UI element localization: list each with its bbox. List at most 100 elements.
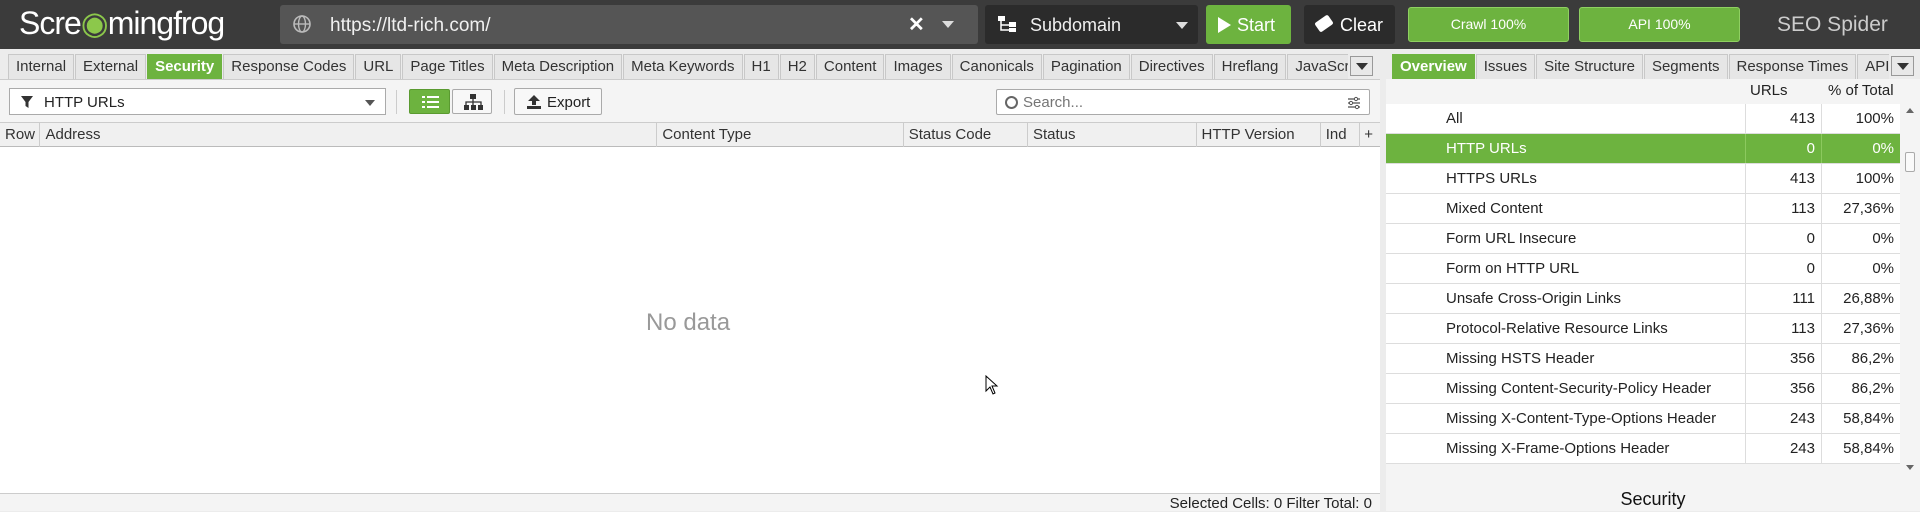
- section-title: Security: [1620, 489, 1686, 509]
- tab-images[interactable]: Images: [885, 54, 951, 79]
- overview-row-urls: 413: [1746, 164, 1822, 193]
- logo-text-1: Scre: [19, 5, 82, 41]
- scroll-thumb[interactable]: [1905, 152, 1915, 172]
- crawl-mode-select[interactable]: Subdomain: [985, 5, 1198, 44]
- overview-row[interactable]: All 413 100%: [1386, 104, 1900, 134]
- column-header-row[interactable]: Row: [0, 123, 41, 147]
- overview-row[interactable]: Mixed Content 113 27,36%: [1386, 194, 1900, 224]
- overview-row[interactable]: Unsafe Cross-Origin Links 111 26,88%: [1386, 284, 1900, 314]
- filter-icon: [21, 96, 33, 108]
- overview-row[interactable]: HTTP URLs 0 0%: [1386, 134, 1900, 164]
- tab-h2[interactable]: H2: [779, 54, 815, 79]
- column-header-address[interactable]: Address: [40, 123, 658, 147]
- product-name: SEO Spider: [1777, 13, 1888, 36]
- right-tab-site-structure[interactable]: Site Structure: [1536, 54, 1643, 79]
- urls-column-header[interactable]: URLs: [1746, 79, 1822, 104]
- tab-security[interactable]: Security: [147, 54, 223, 79]
- right-tab-issues[interactable]: Issues: [1475, 54, 1536, 79]
- tab-directives[interactable]: Directives: [1130, 54, 1213, 79]
- tab-page-titles[interactable]: Page Titles: [402, 54, 493, 79]
- export-label: Export: [547, 94, 591, 111]
- column-header-content-type[interactable]: Content Type: [657, 123, 904, 147]
- tab-canonicals[interactable]: Canonicals: [951, 54, 1042, 79]
- tab-meta-keywords[interactable]: Meta Keywords: [623, 54, 743, 79]
- overview-row-name: Form on HTTP URL: [1386, 254, 1746, 283]
- logo-text-2: mingfrog: [107, 5, 225, 41]
- overview-row-urls: 111: [1746, 284, 1822, 313]
- overview-row[interactable]: Form URL Insecure 0 0%: [1386, 224, 1900, 254]
- column-header-status[interactable]: Status: [1028, 123, 1197, 147]
- tab-javascr[interactable]: JavaScr: [1287, 54, 1348, 79]
- list-icon: [422, 96, 439, 108]
- overview-row-urls: 113: [1746, 314, 1822, 343]
- scroll-up-icon[interactable]: [1906, 108, 1914, 113]
- search-options-icon[interactable]: [1347, 96, 1361, 110]
- search-field[interactable]: [996, 89, 1370, 115]
- url-input[interactable]: https://ltd-rich.com/ ✕: [280, 5, 978, 44]
- overview-row-pct: 86,2%: [1851, 350, 1894, 367]
- overview-row-name: Unsafe Cross-Origin Links: [1386, 284, 1746, 313]
- tab-meta-description[interactable]: Meta Description: [493, 54, 623, 79]
- tree-view-button[interactable]: [452, 89, 492, 114]
- overview-scrollbar[interactable]: [1903, 104, 1917, 474]
- search-input[interactable]: [1023, 93, 1333, 111]
- column-header-status-code[interactable]: Status Code: [904, 123, 1028, 147]
- percent-column-header[interactable]: % of Total: [1822, 79, 1900, 104]
- url-text[interactable]: https://ltd-rich.com/: [330, 15, 491, 37]
- add-column-icon[interactable]: +: [1360, 123, 1380, 147]
- overview-row[interactable]: Missing X-Frame-Options Header 243 58,84%: [1386, 434, 1900, 464]
- overview-row[interactable]: Protocol-Relative Resource Links 113 27,36…: [1386, 314, 1900, 344]
- right-tab-api[interactable]: API: [1857, 54, 1889, 79]
- tabs-overflow-dropdown-icon[interactable]: [1350, 56, 1373, 76]
- overview-row[interactable]: Missing HSTS Header 356 86,2%: [1386, 344, 1900, 374]
- sitemap-icon: [998, 16, 1016, 32]
- overview-row-urls: 356: [1746, 344, 1822, 373]
- tab-pagination[interactable]: Pagination: [1042, 54, 1130, 79]
- clear-button[interactable]: Clear: [1304, 5, 1395, 44]
- tab-response-codes[interactable]: Response Codes: [223, 54, 355, 79]
- export-button[interactable]: Export: [514, 88, 602, 115]
- overview-row-name: HTTPS URLs: [1386, 164, 1746, 193]
- overview-row-name: HTTP URLs: [1386, 134, 1746, 163]
- column-header-ind[interactable]: Ind: [1321, 123, 1361, 147]
- overview-row-pct: 58,84%: [1843, 410, 1894, 427]
- overview-row[interactable]: Missing X-Content-Type-Options Header 243…: [1386, 404, 1900, 434]
- column-header-http-version[interactable]: HTTP Version: [1197, 123, 1321, 147]
- filter-select[interactable]: HTTP URLs: [9, 88, 386, 115]
- tab-url[interactable]: URL: [355, 54, 402, 79]
- overview-row-name: Missing X-Frame-Options Header: [1386, 434, 1746, 463]
- clear-url-icon[interactable]: ✕: [908, 12, 925, 37]
- right-tabs-overflow-dropdown-icon[interactable]: [1891, 56, 1914, 76]
- overview-row-name: Form URL Insecure: [1386, 224, 1746, 253]
- app-logo: Scre◉mingfrog: [19, 4, 225, 42]
- table-body[interactable]: No data: [0, 147, 1380, 494]
- overview-row-pct: 27,36%: [1843, 320, 1894, 337]
- tab-internal[interactable]: Internal: [8, 54, 75, 79]
- tab-content[interactable]: Content: [815, 54, 885, 79]
- overview-row-urls: 243: [1746, 404, 1822, 433]
- logo-frog-icon: ◉: [80, 5, 109, 41]
- scroll-down-icon[interactable]: [1906, 465, 1914, 470]
- overview-row-pct: 100%: [1855, 170, 1894, 187]
- start-button[interactable]: Start: [1206, 5, 1291, 44]
- overview-row[interactable]: Form on HTTP URL 0 0%: [1386, 254, 1900, 284]
- overview-row-urls: 113: [1746, 194, 1822, 223]
- api-progress-badge[interactable]: API 100%: [1579, 7, 1740, 42]
- overview-row[interactable]: Missing Content-Security-Policy Header 35…: [1386, 374, 1900, 404]
- tab-external[interactable]: External: [75, 54, 147, 79]
- crawl-progress-badge[interactable]: Crawl 100%: [1408, 7, 1569, 42]
- overview-row-name: Missing X-Content-Type-Options Header: [1386, 404, 1746, 433]
- list-view-button[interactable]: [409, 89, 450, 114]
- filter-value: HTTP URLs: [44, 94, 125, 111]
- overview-row-pct: 26,88%: [1843, 290, 1894, 307]
- tab-h1[interactable]: H1: [743, 54, 779, 79]
- overview-list: All 413 100% HTTP URLs 0 0% HTTPS URLs 413 100% M…: [1386, 104, 1900, 464]
- crawl-mode-value: Subdomain: [1030, 15, 1122, 35]
- right-tab-segments[interactable]: Segments: [1643, 54, 1728, 79]
- tab-hreflang[interactable]: Hreflang: [1213, 54, 1287, 79]
- url-history-dropdown-icon[interactable]: [942, 21, 954, 28]
- right-tab-overview[interactable]: Overview: [1392, 54, 1475, 79]
- overview-row[interactable]: HTTPS URLs 413 100%: [1386, 164, 1900, 194]
- right-tab-response-times[interactable]: Response Times: [1728, 54, 1857, 79]
- overview-row-pct: 0%: [1872, 140, 1894, 157]
